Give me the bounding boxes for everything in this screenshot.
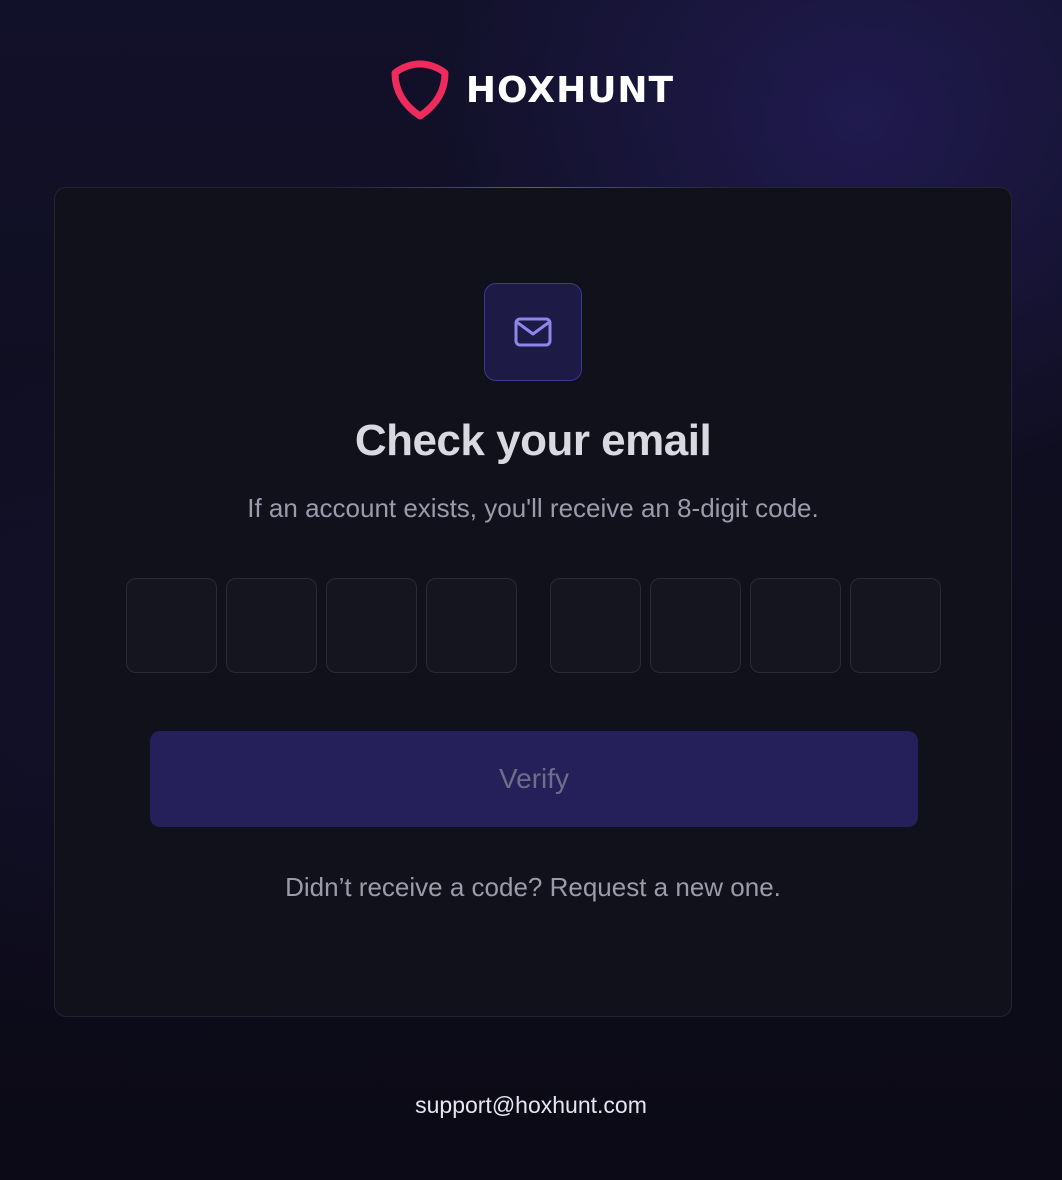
card-highlight	[335, 187, 735, 188]
code-digit-input-2[interactable]	[226, 578, 317, 673]
resend-prompt: Didn’t receive a code? Request a new one…	[55, 872, 1011, 903]
code-digit-input-1[interactable]	[126, 578, 217, 673]
request-new-code-link[interactable]: Request a new one.	[550, 872, 781, 902]
brand-logo: HOXHUNT	[0, 58, 1062, 122]
brand-name: HOXHUNT	[465, 69, 675, 111]
mail-icon	[514, 317, 552, 347]
page-subtitle: If an account exists, you'll receive an …	[247, 493, 819, 523]
code-digit-input-4[interactable]	[426, 578, 517, 673]
shield-icon	[391, 60, 449, 120]
code-digit-input-3[interactable]	[326, 578, 417, 673]
verification-card: Check your email If an account exists, y…	[54, 187, 1012, 1017]
code-digit-input-8[interactable]	[850, 578, 941, 673]
mail-icon-tile	[484, 283, 582, 381]
code-digit-input-6[interactable]	[650, 578, 741, 673]
code-digit-input-5[interactable]	[550, 578, 641, 673]
verify-button[interactable]: Verify	[150, 731, 918, 827]
support-email-link[interactable]: support@hoxhunt.com	[0, 1092, 1062, 1119]
code-digit-input-7[interactable]	[750, 578, 841, 673]
code-input-group	[126, 578, 941, 673]
page-title: Check your email	[354, 416, 712, 465]
resend-prompt-text: Didn’t receive a code?	[285, 872, 543, 902]
